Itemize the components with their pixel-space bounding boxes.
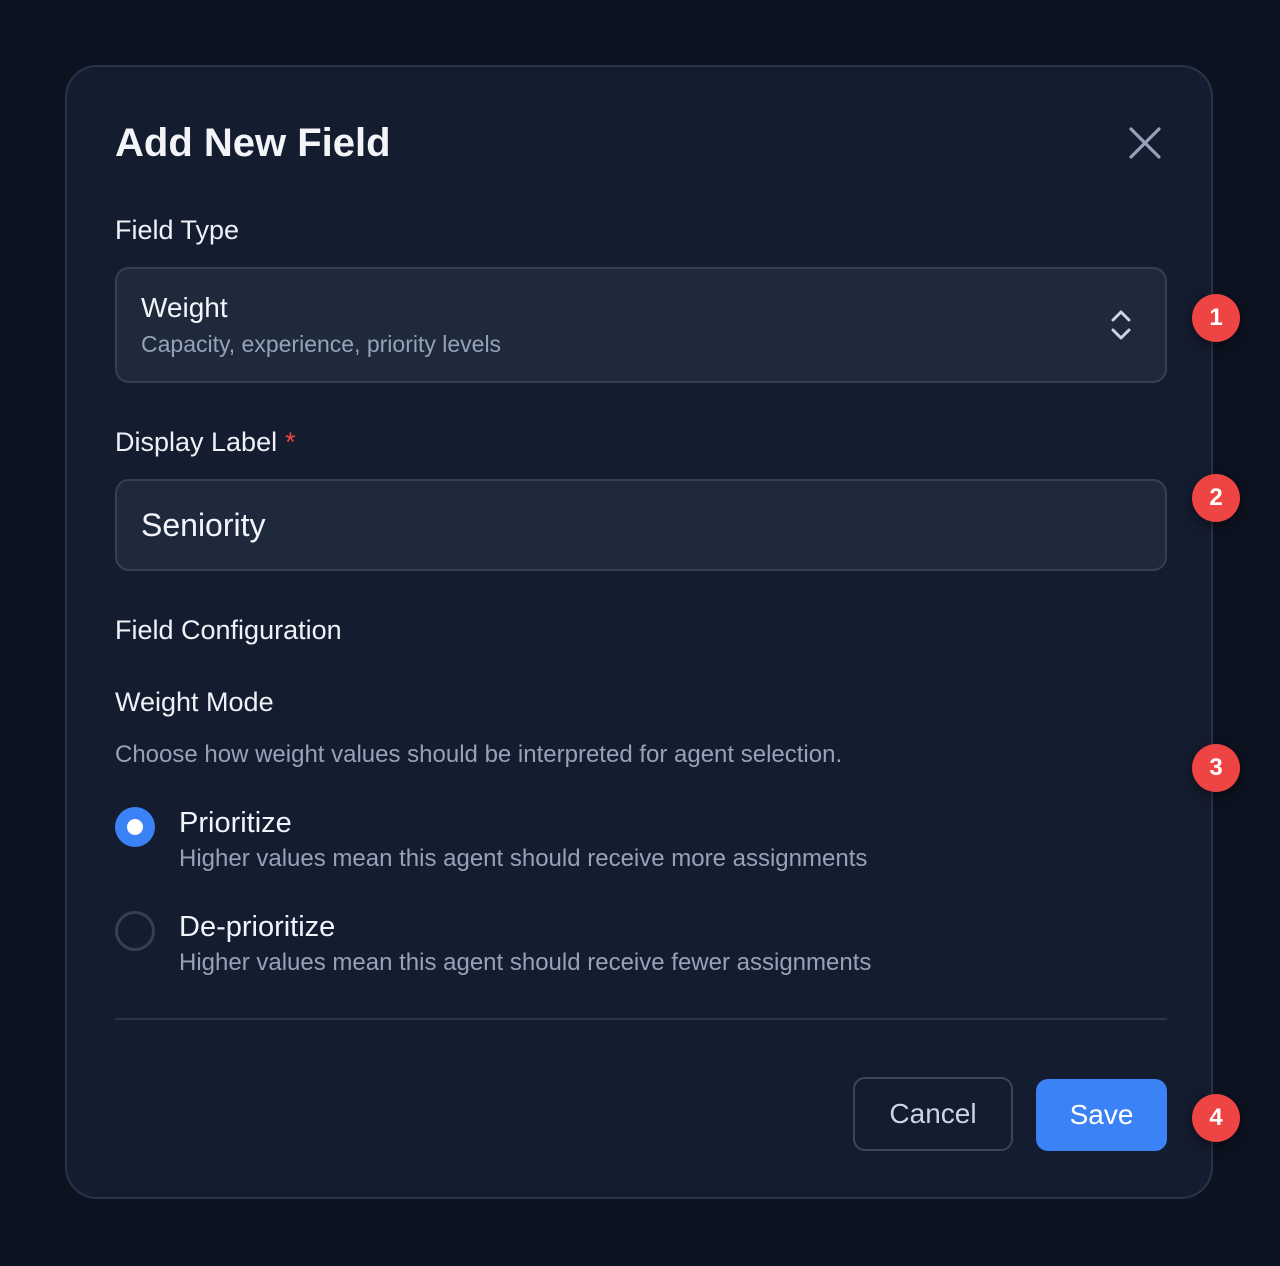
close-icon[interactable] (1125, 123, 1165, 163)
save-button[interactable]: Save (1036, 1079, 1167, 1151)
display-label-input[interactable] (115, 479, 1167, 571)
dialog-title: Add New Field (115, 121, 391, 165)
option-de-prioritize-title[interactable]: De-prioritize (179, 909, 335, 945)
field-type-selected-value: Weight (141, 292, 228, 323)
field-type-label: Field Type (115, 215, 240, 245)
field-type-selected-description: Capacity, experience, priority levels (141, 331, 502, 357)
footer-divider (115, 1018, 1167, 1020)
display-label-label: Display Label * (115, 425, 296, 459)
field-type-select[interactable]: Weight Capacity, experience, priority le… (115, 267, 1167, 383)
required-marker: * (285, 427, 296, 457)
display-label-text: Display Label (115, 427, 278, 457)
field-configuration-heading: Field Configuration (115, 615, 342, 645)
add-field-dialog: Add New Field Field Type Weight Capacity… (65, 65, 1213, 1199)
chevron-up-down-icon (1107, 307, 1135, 343)
weight-mode-help: Choose how weight values should be inter… (115, 741, 843, 768)
annotation-badge-3: 3 (1192, 744, 1240, 792)
annotation-badge-1: 1 (1192, 294, 1240, 342)
annotation-badge-4: 4 (1192, 1094, 1240, 1142)
radio-prioritize[interactable] (115, 807, 155, 847)
option-de-prioritize-description: Higher values mean this agent should rec… (179, 949, 872, 976)
annotation-badge-2: 2 (1192, 474, 1240, 522)
radio-de-prioritize[interactable] (115, 911, 155, 951)
option-prioritize-title[interactable]: Prioritize (179, 805, 292, 841)
option-prioritize-description: Higher values mean this agent should rec… (179, 845, 868, 872)
cancel-button[interactable]: Cancel (853, 1077, 1013, 1151)
weight-mode-label: Weight Mode (115, 687, 274, 717)
